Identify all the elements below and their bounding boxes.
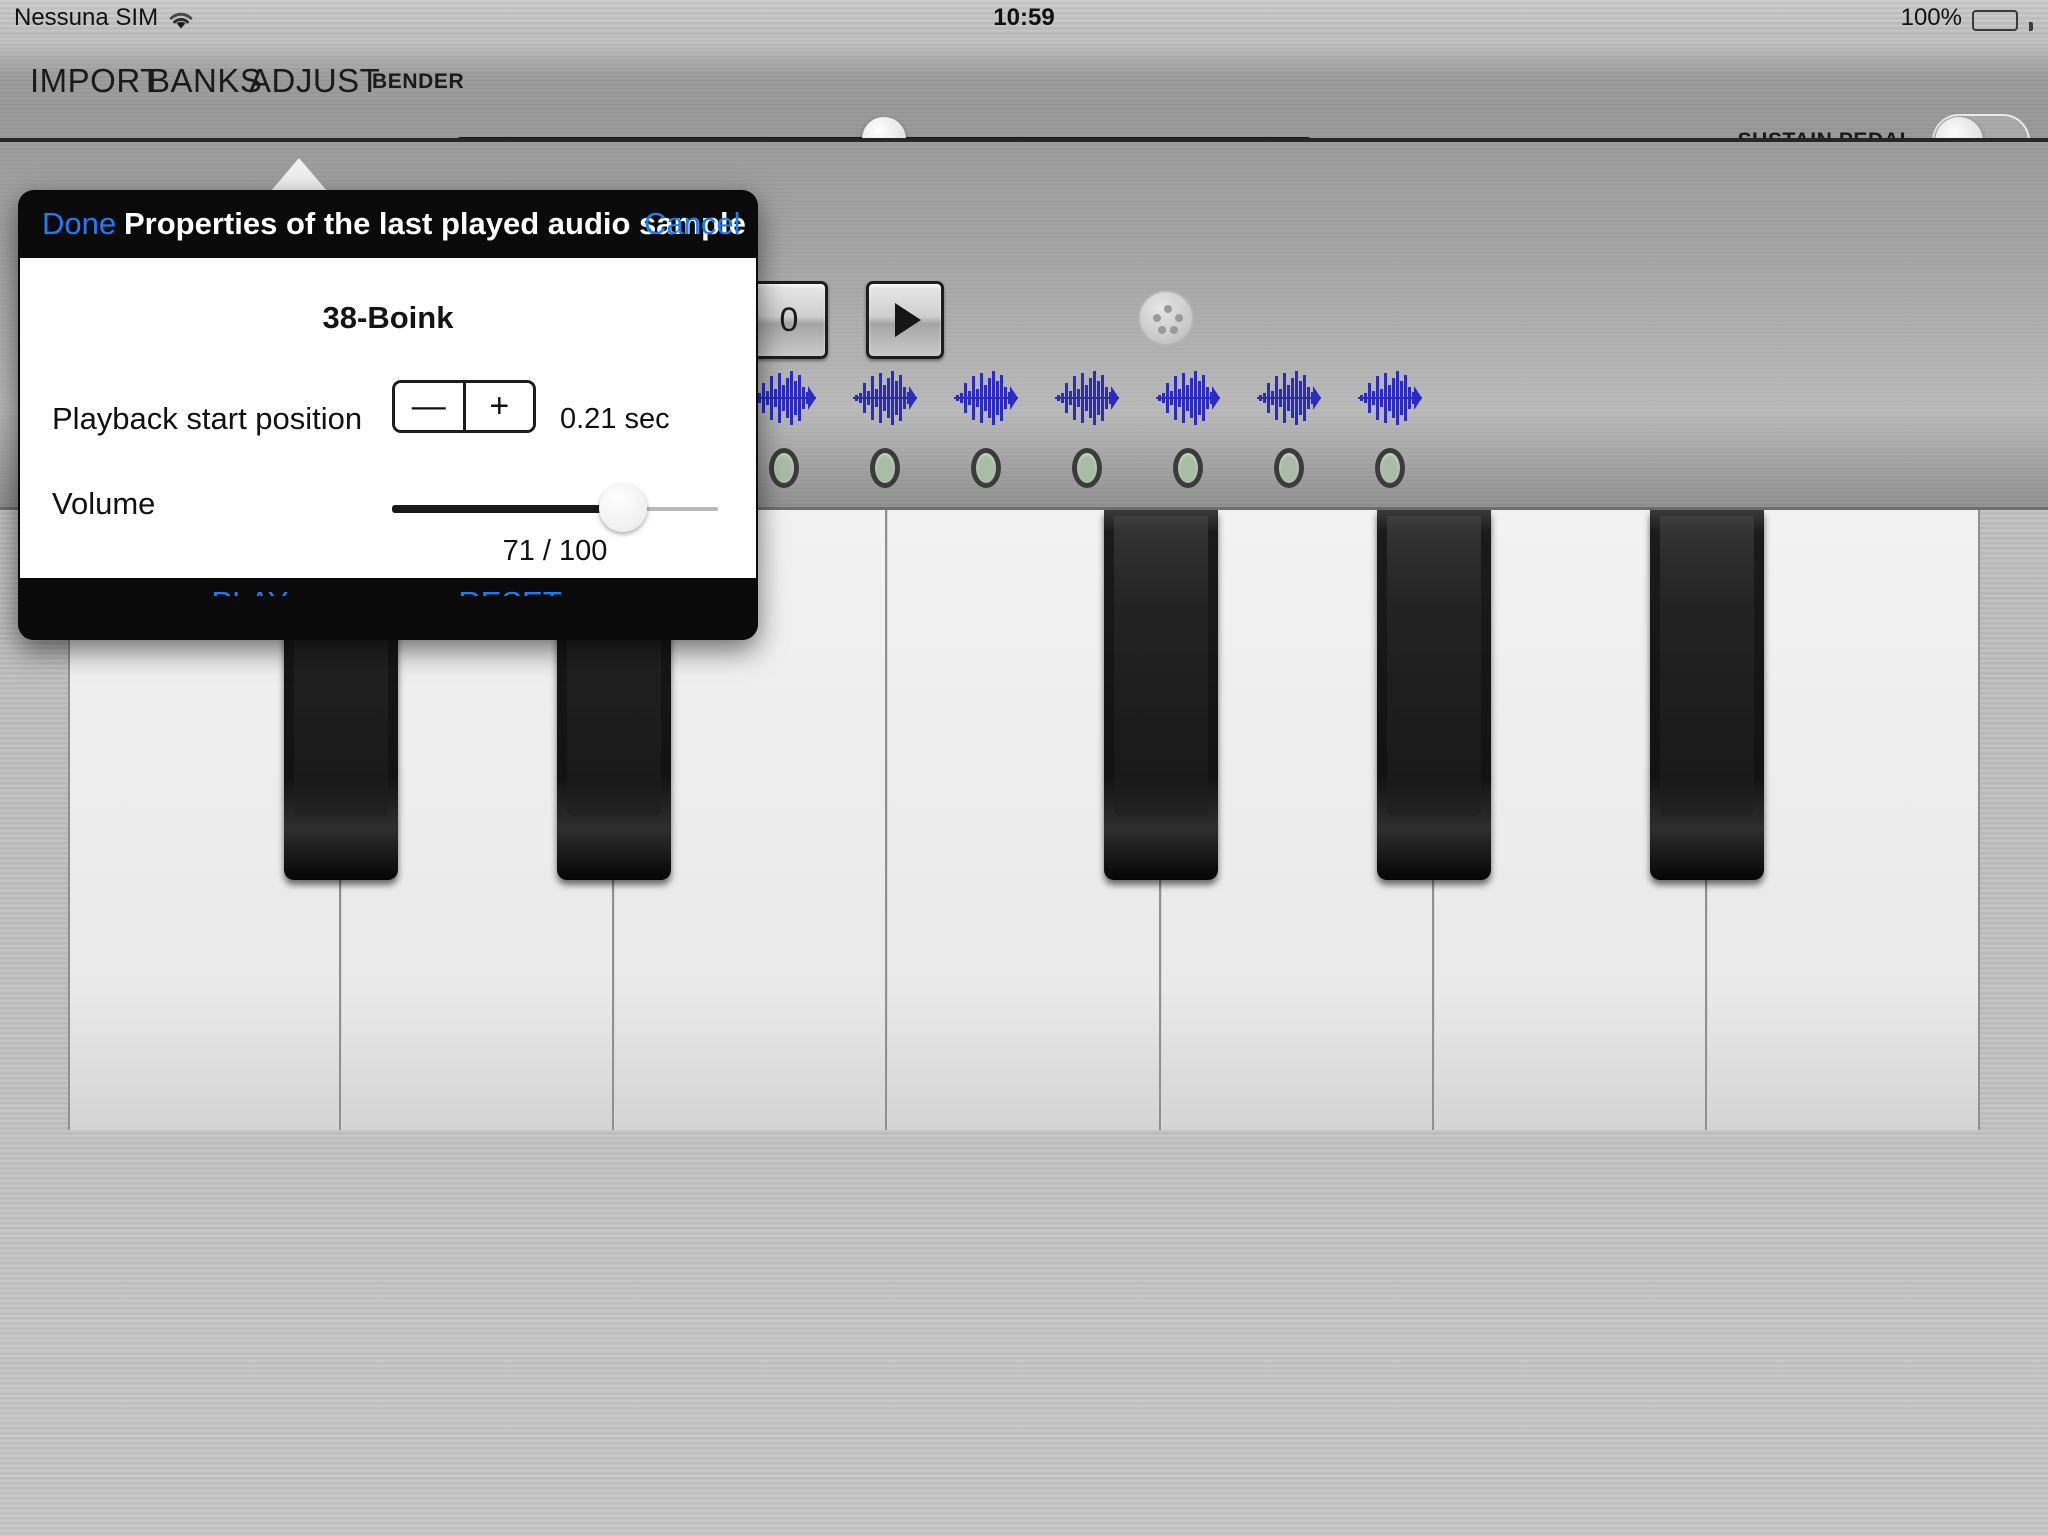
piano-black-key[interactable] (1649, 510, 1764, 880)
popover-caret-icon (270, 158, 328, 192)
waveform-icon[interactable] (752, 370, 816, 426)
led-indicator-icon[interactable] (971, 448, 1001, 488)
top-toolbar: IMPORT BANKS ADJUST BENDER SUSTAIN PEDAL (0, 38, 2048, 168)
waveform-icon[interactable] (1156, 370, 1220, 426)
volume-slider[interactable] (392, 484, 718, 532)
piano-black-key[interactable] (1376, 510, 1491, 880)
waveform-icon[interactable] (1257, 370, 1321, 426)
piano-black-key[interactable] (1103, 510, 1218, 880)
sample-name-label: 38-Boink (322, 300, 454, 335)
playback-start-position-value: 0.21 sec (560, 403, 670, 435)
volume-label: Volume (52, 486, 156, 521)
rack-divider (0, 138, 2048, 142)
led-indicator-icon[interactable] (1274, 448, 1304, 488)
status-bar-right: 100% (1900, 4, 2033, 32)
status-bar-clock: 10:59 (993, 4, 1055, 31)
midi-jack-icon[interactable] (1138, 290, 1194, 346)
volume-slider-knob[interactable] (599, 484, 648, 532)
led-indicator-icon[interactable] (1173, 448, 1203, 488)
banks-button[interactable]: BANKS (148, 62, 262, 100)
app-root: Nessuna SIM 10:59 100% IMPORT BANKS ADJU… (0, 0, 2048, 1536)
cancel-button[interactable]: Cancel (644, 206, 741, 242)
led-indicator-icon[interactable] (769, 448, 799, 488)
bank-number-button[interactable]: 0 (750, 281, 828, 359)
waveform-icon[interactable] (1358, 370, 1422, 426)
waveform-icon[interactable] (853, 370, 917, 426)
sample-properties-dialog: Done Properties of the last played audio… (18, 190, 758, 640)
dialog-header: Done Properties of the last played audio… (18, 190, 758, 258)
led-indicator-icon[interactable] (870, 448, 900, 488)
stepper-increment-button[interactable]: + (465, 383, 533, 430)
led-indicator-icon[interactable] (1375, 448, 1405, 488)
playback-start-position-label: Playback start position (52, 401, 363, 436)
waveform-icon[interactable] (1055, 370, 1119, 426)
stepper-decrement-button[interactable]: — (395, 383, 466, 430)
play-triangle-icon (895, 303, 921, 337)
led-indicator-icon[interactable] (1072, 448, 1102, 488)
waveform-icon[interactable] (954, 370, 1018, 426)
rack-play-button[interactable] (866, 281, 944, 359)
battery-nub-icon (2029, 21, 2033, 31)
dialog-body: 38-Boink Playback start position — + 0.2… (20, 258, 756, 620)
volume-value-label: 71 / 100 (502, 535, 608, 567)
battery-percent-label: 100% (1900, 4, 1962, 31)
playback-start-stepper[interactable]: — + (392, 380, 536, 433)
volume-slider-fill (392, 505, 624, 513)
battery-full-icon (1972, 9, 2018, 31)
adjust-button[interactable]: ADJUST (249, 62, 380, 100)
done-button[interactable]: Done (42, 206, 116, 242)
dialog-footer-bar (18, 596, 758, 640)
import-button[interactable]: IMPORT (30, 62, 161, 100)
bender-label: BENDER (372, 70, 465, 93)
status-bar: Nessuna SIM 10:59 100% (0, 0, 2048, 38)
